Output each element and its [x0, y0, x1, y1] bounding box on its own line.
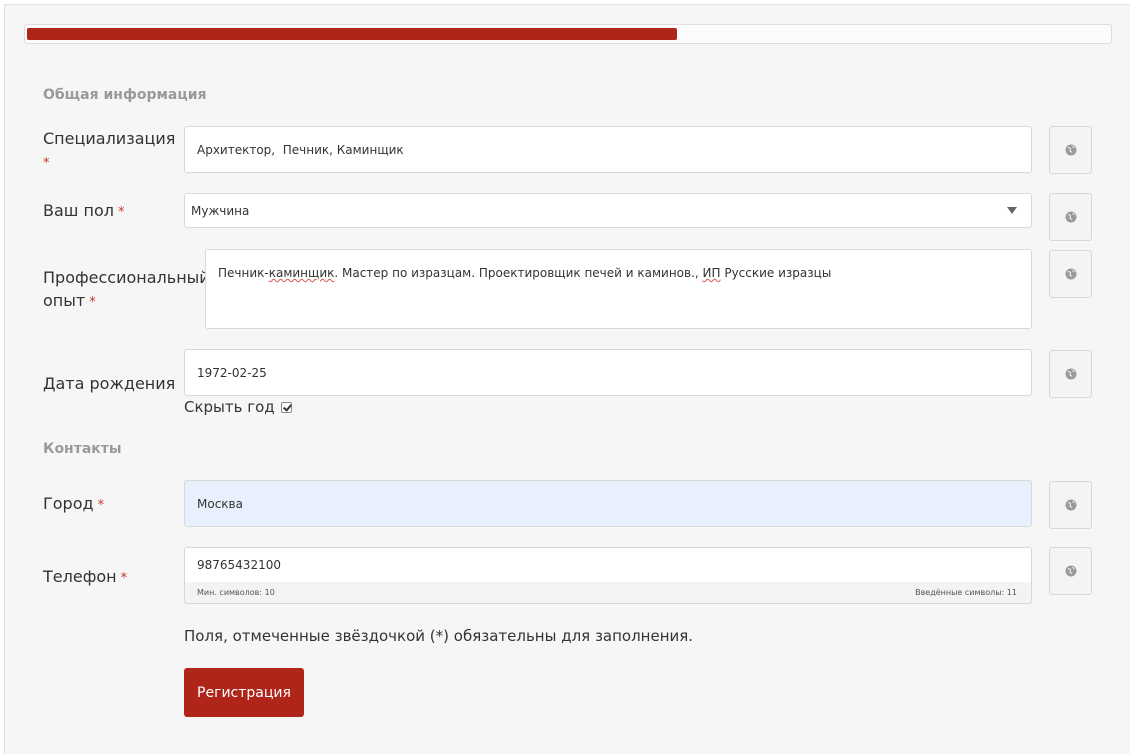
entered-chars-text: Введённые символы: 11: [915, 588, 1017, 597]
birthdate-privacy-button[interactable]: [1049, 350, 1092, 398]
section-title-general: Общая информация: [43, 87, 207, 103]
globe-icon: [1065, 368, 1076, 380]
chevron-down-icon: [1007, 207, 1017, 214]
globe-icon: [1065, 565, 1076, 577]
experience-text: Печник-каминщик. Мастер по изразцам. Про…: [218, 266, 832, 280]
required-asterisk: *: [117, 205, 125, 220]
gender-selected-value: Мужчина: [191, 204, 250, 218]
register-button[interactable]: Регистрация: [184, 668, 304, 717]
required-asterisk: *: [43, 156, 50, 171]
specialization-input[interactable]: [185, 127, 1031, 172]
city-label: Город *: [43, 494, 105, 513]
experience-privacy-button[interactable]: [1049, 250, 1092, 298]
specialization-privacy-button[interactable]: [1049, 126, 1092, 174]
phone-char-counter: Мин. символов: 10 Введённые символы: 11: [184, 582, 1032, 604]
progress-bar-fill: [27, 28, 677, 40]
birthdate-input[interactable]: [185, 350, 1031, 395]
gender-select[interactable]: Мужчина: [184, 193, 1032, 228]
hide-year-label: Скрыть год: [184, 398, 275, 416]
globe-icon: [1065, 144, 1076, 156]
section-title-contacts: Контакты: [43, 441, 122, 457]
gender-label: Ваш пол *: [43, 201, 125, 220]
phone-privacy-button[interactable]: [1049, 547, 1092, 595]
required-fields-note: Поля, отмеченные звёздочкой (*) обязател…: [184, 627, 694, 645]
globe-icon: [1065, 268, 1076, 280]
experience-label: Профессиональный опыт *: [43, 268, 210, 310]
globe-icon: [1065, 211, 1076, 223]
phone-label: Телефон *: [43, 567, 128, 586]
phone-input[interactable]: [185, 548, 1031, 582]
gender-privacy-button[interactable]: [1049, 193, 1092, 241]
required-asterisk: *: [89, 295, 96, 310]
specialization-field[interactable]: [184, 126, 1032, 173]
experience-textarea[interactable]: Печник-каминщик. Мастер по изразцам. Про…: [205, 249, 1032, 329]
hide-year-checkbox[interactable]: [280, 401, 292, 413]
hide-year-option: Скрыть год: [184, 398, 292, 416]
phone-field[interactable]: [184, 547, 1032, 583]
required-asterisk: *: [120, 571, 128, 586]
city-privacy-button[interactable]: [1049, 481, 1092, 529]
birthdate-field[interactable]: [184, 349, 1032, 396]
required-asterisk: *: [97, 498, 105, 513]
city-field[interactable]: [184, 480, 1032, 527]
progress-bar: [24, 24, 1112, 44]
specialization-label: Специализация *: [43, 129, 176, 171]
min-chars-text: Мин. символов: 10: [197, 588, 275, 597]
globe-icon: [1065, 499, 1076, 511]
city-input[interactable]: [185, 481, 1031, 526]
birthdate-label: Дата рождения: [43, 374, 176, 393]
